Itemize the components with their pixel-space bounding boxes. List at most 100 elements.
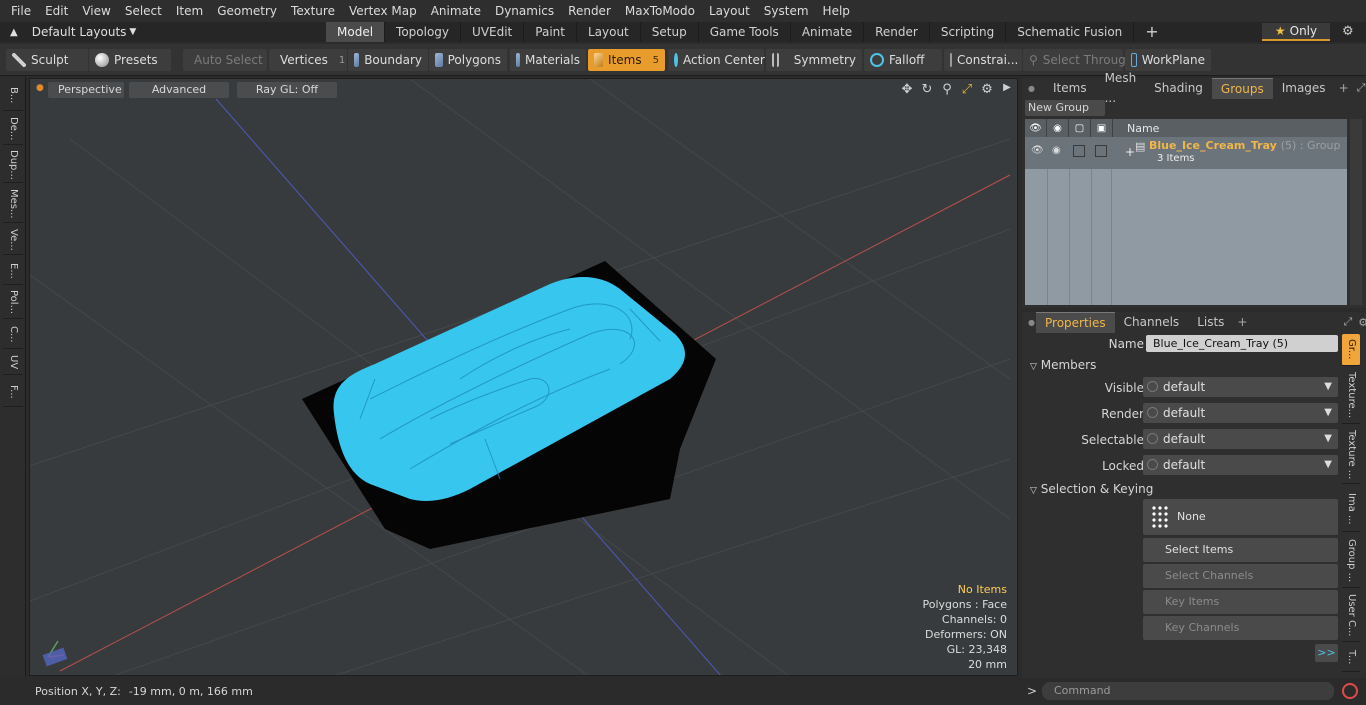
gear-icon[interactable]: ⚙ [1342,24,1354,39]
left-tab-duplicate[interactable]: Dup... [3,147,23,183]
right-tab-tags[interactable]: T... [1342,644,1360,672]
tab-model[interactable]: Model [326,22,386,42]
left-tab-fusion[interactable]: F... [3,377,23,407]
tab-images[interactable]: Images [1273,78,1335,98]
presets-button[interactable]: Presets [89,49,171,71]
key-items-button[interactable]: Key Items [1143,590,1338,614]
left-tab-deform[interactable]: De... [3,113,23,145]
menu-maxtomodo[interactable]: MaxToModo [618,0,702,22]
tab-layout[interactable]: Layout [577,22,641,42]
selectable-dropdown[interactable]: default ▼ [1143,429,1338,449]
right-tab-texture-1[interactable]: Texture... [1342,368,1360,424]
panel-menu-dot-icon[interactable]: ● [1028,84,1035,93]
name-column-header[interactable]: Name [1113,122,1159,135]
props-gear-icon[interactable]: ⚙ [1358,316,1366,329]
row-visibility-icon[interactable]: 👁 [1031,145,1044,156]
tab-groups[interactable]: Groups [1211,77,1273,99]
move-view-icon[interactable]: ✥ [900,82,914,97]
right-tab-texture-2[interactable]: Texture ... [1342,426,1360,484]
falloff-button[interactable]: Falloff [864,49,942,71]
props-menu-dot-icon[interactable]: ● [1028,318,1035,327]
menu-help[interactable]: Help [816,0,857,22]
row-select-checkbox[interactable] [1095,145,1107,157]
auto-select-button[interactable]: Auto Select [183,49,267,71]
constraints-button[interactable]: Constrai... [944,49,1022,71]
panel-maximize-icon[interactable]: ⤢ [1357,81,1366,95]
left-tab-mesh[interactable]: Mes... [3,185,23,223]
tab-items[interactable]: Items [1044,78,1096,98]
key-channels-button[interactable]: Key Channels [1143,616,1338,640]
vertices-button[interactable]: Vertices 1 [269,49,347,71]
tab-setup[interactable]: Setup [641,22,699,42]
tab-scripting[interactable]: Scripting [930,22,1007,42]
menu-select[interactable]: Select [118,0,169,22]
tab-topology[interactable]: Topology [385,22,462,42]
left-tab-basic[interactable]: B... [3,81,23,111]
props-maximize-icon[interactable]: ⤢ [1343,315,1352,329]
menu-layout[interactable]: Layout [702,0,757,22]
add-panel-tab-icon[interactable]: + [1339,81,1349,95]
menu-render[interactable]: Render [561,0,618,22]
left-tab-vertex[interactable]: Ve... [3,225,23,255]
left-tab-edge[interactable]: E... [3,257,23,285]
selection-keying-section[interactable]: ▽ Selection & Keying [1030,482,1153,496]
none-button[interactable]: None [1143,499,1338,535]
3d-viewport[interactable]: ● Perspective Advanced Ray GL: Off ✥ ↻ ⚲… [29,78,1018,676]
row-render-icon[interactable]: ◉ [1052,145,1061,156]
zoom-view-icon[interactable]: ⚲ [940,82,954,97]
menu-geometry[interactable]: Geometry [210,0,284,22]
tab-paint[interactable]: Paint [524,22,577,42]
right-tab-group[interactable]: Gr... [1342,334,1360,366]
visibility-column-icon[interactable]: 👁 [1025,119,1047,137]
materials-button[interactable]: Materials [510,49,586,71]
right-tab-group-2[interactable]: Group ... [1342,534,1360,588]
visible-dropdown[interactable]: default ▼ [1143,377,1338,397]
left-tab-uv[interactable]: UV [3,351,23,375]
tab-game-tools[interactable]: Game Tools [699,22,791,42]
add-props-tab-icon[interactable]: + [1237,315,1247,329]
raygl-button[interactable]: Ray GL: Off [237,82,337,98]
menu-view[interactable]: View [75,0,117,22]
layouts-dropdown[interactable]: ▲ Default Layouts ▼ [10,22,136,42]
menu-texture[interactable]: Texture [284,0,342,22]
rotate-view-icon[interactable]: ↻ [920,82,934,97]
viewport-gear-icon[interactable]: ⚙ [980,82,994,97]
tab-animate[interactable]: Animate [791,22,865,42]
tab-uvedit[interactable]: UVEdit [461,22,525,42]
viewport-expand-icon[interactable]: ▶ [1000,82,1014,97]
left-tab-polygon[interactable]: Pol... [3,287,23,319]
action-center-button[interactable]: Action Center [668,49,765,71]
render-column-icon[interactable]: ◉ [1047,119,1069,137]
left-tab-curve[interactable]: C... [3,321,23,349]
name-field[interactable]: Blue_Ice_Cream_Tray (5) [1146,335,1338,352]
advanced-shading-button[interactable]: Advanced [129,82,229,98]
menu-system[interactable]: System [757,0,816,22]
row-lock-checkbox[interactable] [1073,145,1085,157]
group-row[interactable]: 👁 ◉ + ▤ Blue_Ice_Cream_Tray (5) : Group … [1025,137,1347,169]
groups-scrollbar[interactable] [1350,119,1362,305]
only-toggle[interactable]: ★ Only [1262,23,1330,41]
more-button[interactable]: >> [1315,644,1338,662]
command-input[interactable]: Command [1042,682,1334,700]
items-button[interactable]: Items 5 [588,49,665,71]
ice-cream-tray-mesh[interactable] [302,261,716,549]
select-column-icon[interactable]: ▣ [1091,119,1113,137]
collapse-icon[interactable]: ▲ [10,27,18,38]
symmetry-button[interactable]: Symmetry [766,49,862,71]
new-group-button[interactable]: New Group [1025,100,1105,116]
tab-schematic-fusion[interactable]: Schematic Fusion [1006,22,1135,42]
menu-file[interactable]: File [4,0,38,22]
tab-properties[interactable]: Properties [1036,311,1115,333]
perspective-button[interactable]: Perspective [48,82,124,98]
members-section[interactable]: ▽ Members [1030,358,1096,372]
tab-shading[interactable]: Shading [1145,78,1212,98]
polygons-button[interactable]: Polygons [429,49,507,71]
select-channels-button[interactable]: Select Channels [1143,564,1338,588]
right-tab-image[interactable]: Ima ... [1342,486,1360,532]
record-macro-icon[interactable] [1342,683,1358,699]
boundary-button[interactable]: Boundary [348,49,428,71]
menu-edit[interactable]: Edit [38,0,75,22]
tab-channels[interactable]: Channels [1115,312,1189,332]
select-items-button[interactable]: Select Items [1143,538,1338,562]
lock-column-icon[interactable]: ▢ [1069,119,1091,137]
